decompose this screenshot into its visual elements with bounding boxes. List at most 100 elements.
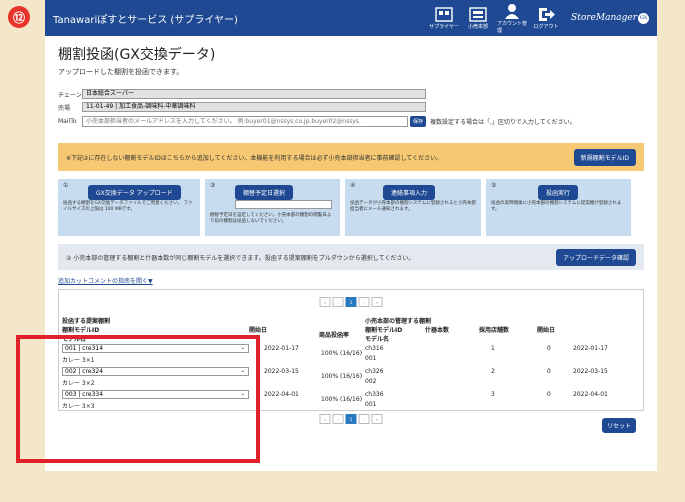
- logout-nav[interactable]: ログアウト: [531, 6, 561, 30]
- step-date: ③ 棚替予定日選択 棚替予定日を設定してください。小売本部の棚割の閲覧日より前の…: [205, 179, 340, 236]
- step-upload: ① GX交換データ アップロード 投函する棚割をGX交換データファイルでご用意く…: [58, 179, 200, 236]
- left-col-model-name: モデル名: [62, 336, 87, 343]
- store-count: 0: [547, 391, 551, 398]
- step-description: 投函する棚割をGX交換データファイルでご用意ください。 ファイルサイズの上限は …: [63, 201, 193, 212]
- mailto-input[interactable]: [82, 116, 408, 127]
- model-select[interactable]: 001 | cre314 ⌄: [62, 344, 249, 353]
- message-input-button[interactable]: 連絡事項入力: [383, 185, 436, 200]
- pager-first[interactable]: «: [319, 414, 331, 424]
- step-number-badge: ⑫: [8, 6, 30, 28]
- submit-button[interactable]: 投函実行: [538, 185, 579, 200]
- store-count: 0: [547, 368, 551, 375]
- schedule-date-input[interactable]: [235, 200, 332, 209]
- save-button[interactable]: 保存: [410, 116, 427, 127]
- model-table: « ‹ 1 › » 投函する提案棚割 棚割モデルID モデル名 開始日 商品投函…: [58, 289, 644, 411]
- rate: 100% (16/16): [321, 396, 363, 403]
- upload-data-check-button[interactable]: アップロードデータ確認: [555, 248, 636, 266]
- model-select-value: 001 | cre314: [65, 345, 104, 352]
- step-number: ③: [210, 182, 216, 189]
- start-date: 2022-01-17: [264, 345, 299, 352]
- retail-hq-icon: [469, 7, 487, 22]
- model-name: カレー 3×1: [62, 357, 95, 364]
- right-col-stores: 採用店舗数: [479, 327, 510, 334]
- mailto-row: MailTo 保存 複数設定する場合は「,」区切りで入力してください。: [58, 116, 644, 127]
- mailto-hint: 複数設定する場合は「,」区切りで入力してください。: [430, 119, 576, 126]
- left-col-model-id: 棚割モデルID: [62, 327, 100, 334]
- top-bar: Tanawariぽすとサービス (サプライヤー) サプライヤー 小売本部 アカウ…: [45, 0, 657, 36]
- right-col-model-id: 棚割モデルID: [365, 327, 403, 334]
- right-col-start-date: 開始日: [537, 327, 556, 334]
- step-number: ④: [350, 182, 356, 189]
- step-message: ④ 連絡事項入力 投函データが小売本部の棚割システムに登録されると小売本部担当者…: [345, 179, 481, 236]
- model-select-value: 002 | cre324: [65, 368, 104, 375]
- pager-next[interactable]: ›: [358, 414, 370, 424]
- retail-model-name: 002: [365, 378, 377, 385]
- retail-model-id: ch336: [365, 391, 384, 398]
- retail-hq-nav[interactable]: 小売本部: [463, 6, 493, 30]
- pager-last[interactable]: »: [371, 297, 383, 307]
- app-brand: Tanawariぽすとサービス (サプライヤー): [53, 14, 238, 26]
- pager-last[interactable]: »: [371, 414, 383, 424]
- notice-text: ※下記②に存在しない棚割モデルIDはこちらから追加してください。本機能を利用する…: [66, 154, 443, 162]
- model-select-value: 003 | cre334: [65, 391, 104, 398]
- mailto-label: MailTo: [58, 118, 77, 125]
- chevron-down-icon: ⌄: [240, 345, 245, 351]
- comment-guide-toggle[interactable]: 追加カットコメントの指南を開く▼: [58, 276, 644, 285]
- fixture-count: 2: [491, 368, 495, 375]
- store-count: 0: [547, 345, 551, 352]
- logout-nav-label: ログアウト: [533, 24, 559, 30]
- page-title: 棚割投函(GX交換データ): [58, 47, 216, 63]
- pager-top: « ‹ 1 › »: [319, 297, 383, 307]
- step-number: ⑤: [491, 182, 497, 189]
- supplier-nav-label: サプライヤー: [429, 24, 459, 30]
- store-manager-logo-text: StoreManager: [571, 13, 637, 23]
- area-field: 11-01-49 | 加工食品-調味料-中華調味料: [82, 102, 426, 112]
- model-select-text: ② 小売本部の管理する棚割と什器本数が同じ棚割モデルを選択できます。投函する提案…: [66, 254, 415, 262]
- rate: 100% (16/16): [321, 373, 363, 380]
- account-icon: [505, 3, 520, 19]
- steps-row: ① GX交換データ アップロード 投函する棚割をGX交換データファイルでご用意く…: [58, 179, 644, 236]
- pager-next[interactable]: ›: [358, 297, 370, 307]
- model-select[interactable]: 003 | cre334 ⌄: [62, 390, 249, 399]
- account-nav[interactable]: アカウント管理: [497, 3, 527, 34]
- app-window: Tanawariぽすとサービス (サプライヤー) サプライヤー 小売本部 アカウ…: [45, 0, 657, 471]
- gx-upload-button[interactable]: GX交換データ アップロード: [88, 185, 181, 200]
- model-select-bar: ② 小売本部の管理する棚割と什器本数が同じ棚割モデルを選択できます。投函する提案…: [58, 244, 644, 270]
- col-start-date: 開始日: [249, 327, 268, 334]
- reset-button[interactable]: リセット: [601, 418, 636, 433]
- step-description: 棚替予定日を設定してください。小売本部の棚割の閲覧日より前の棚割は投函しないでく…: [210, 213, 332, 224]
- pager-prev[interactable]: ‹: [332, 297, 344, 307]
- schedule-date-button[interactable]: 棚替予定日選択: [235, 185, 294, 200]
- model-name: カレー 3×3: [62, 403, 95, 410]
- right-col-fixtures: 什器本数: [425, 327, 450, 334]
- new-model-id-button[interactable]: 新規棚割モデルID: [573, 148, 636, 166]
- rate: 100% (16/16): [321, 350, 363, 357]
- pager-page[interactable]: 1: [345, 297, 357, 307]
- bottom-area: « ‹ 1 › » リセット: [58, 411, 644, 437]
- logout-icon: [539, 8, 556, 21]
- supplier-nav[interactable]: サプライヤー: [429, 6, 459, 30]
- area-row: 売場 11-01-49 | 加工食品-調味料-中華調味料: [58, 102, 644, 112]
- start-date: 2022-03-15: [264, 368, 299, 375]
- top-nav: サプライヤー 小売本部 アカウント管理 ログアウト StoreManager G…: [429, 3, 649, 34]
- retail-start-date: 2022-04-01: [573, 391, 608, 398]
- right-group-header: 小売本部の管理する棚割: [365, 318, 432, 325]
- header-form: チェーン 日本総合スーパー 売場 11-01-49 | 加工食品-調味料-中華調…: [58, 89, 644, 127]
- step-description: 投函データが小売本部の棚割システムに登録されると小売本部担当者にメール通知されま…: [350, 201, 476, 212]
- step-submit: ⑤ 投函実行 投函の実時間後に小売本部の棚割システムに提案棚が登録されます。: [486, 179, 631, 236]
- step-description: 投函の実時間後に小売本部の棚割システムに提案棚が登録されます。: [491, 201, 622, 212]
- model-select[interactable]: 002 | cre324 ⌄: [62, 367, 249, 376]
- area-label: 売場: [58, 104, 71, 112]
- gx-logo-badge: GX: [638, 12, 649, 24]
- supplier-icon: [435, 7, 453, 22]
- pager-prev[interactable]: ‹: [332, 414, 344, 424]
- chain-row: チェーン 日本総合スーパー: [58, 89, 644, 99]
- pager-first[interactable]: «: [319, 297, 331, 307]
- account-nav-label: アカウント管理: [497, 20, 528, 34]
- pager-page[interactable]: 1: [345, 414, 357, 424]
- chevron-down-icon: ⌄: [240, 391, 245, 397]
- retail-start-date: 2022-01-17: [573, 345, 608, 352]
- page-subtitle: アップロードした棚割を投函できます。: [58, 68, 184, 76]
- retail-model-id: ch326: [365, 368, 384, 375]
- fixture-count: 3: [491, 391, 495, 398]
